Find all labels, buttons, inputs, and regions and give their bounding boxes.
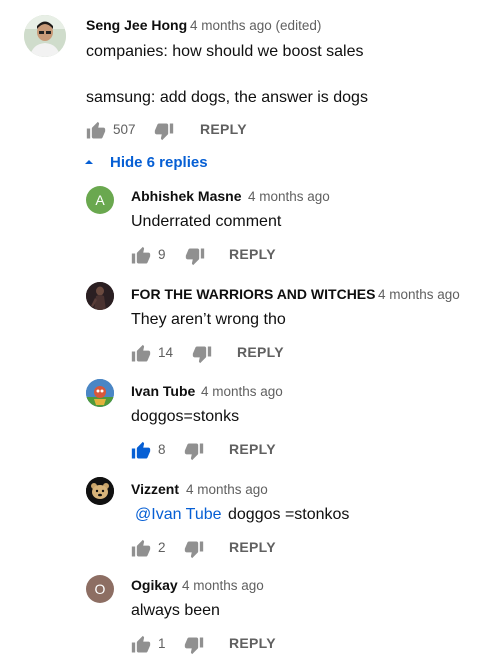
like-count: 1 [158,636,166,651]
comment-timestamp[interactable]: 4 months ago [186,482,268,497]
comment-timestamp[interactable]: 4 months ago [378,287,460,302]
avatar[interactable] [86,477,114,505]
thumbs-up-icon[interactable] [131,635,151,655]
like-count: 9 [158,247,166,262]
cartoon-character-icon [86,379,114,407]
comment-actions: 1 REPLY [131,635,331,655]
reply-button[interactable]: REPLY [229,539,276,555]
reply-comment: FOR THE WARRIORS AND WITCHES 4 months ag… [0,278,500,373]
bear-icon [86,477,114,505]
comment-author[interactable]: Vizzent [131,481,179,497]
reply-button[interactable]: REPLY [229,246,276,262]
reply-button[interactable]: REPLY [229,635,276,651]
reply-comment: O Ogikay 4 months ago always been 1 REPL… [0,571,500,661]
comment-timestamp[interactable]: 4 months ago [248,189,330,204]
comment-actions: 8 REPLY [131,441,331,461]
avatar-letter: O [94,581,106,597]
thumbs-down-icon[interactable] [185,246,205,266]
reply-button[interactable]: REPLY [200,121,247,137]
reply-button[interactable]: REPLY [229,441,276,457]
thumbs-up-icon[interactable] [131,539,151,559]
like-count: 2 [158,540,166,555]
hide-replies-button[interactable]: Hide 6 replies [84,152,208,172]
thumbs-up-icon[interactable] [131,246,151,266]
thumbs-up-icon-active[interactable] [131,441,151,461]
thumbs-down-icon[interactable] [184,635,204,655]
like-count: 507 [113,122,136,137]
comment-author[interactable]: Ogikay [131,577,178,593]
main-comment: Seng Jee Hong 4 months ago (edited) comp… [0,0,500,150]
avatar[interactable]: O [86,575,114,603]
thumbs-down-icon[interactable] [184,441,204,461]
comment-text: always been [131,602,220,619]
avatar[interactable]: A [86,186,114,214]
avatar[interactable] [86,379,114,407]
comment-thread: Seng Jee Hong 4 months ago (edited) comp… [0,0,500,661]
like-count: 8 [158,442,166,457]
thumbs-down-icon[interactable] [154,121,174,141]
comment-text: Underrated comment [131,213,282,230]
caret-up-icon [85,160,93,164]
mention-link[interactable]: @Ivan Tube [135,506,222,524]
comment-timestamp[interactable]: 4 months ago [201,384,283,399]
thumbs-up-icon[interactable] [86,121,106,141]
comment-timestamp[interactable]: 4 months ago (edited) [190,18,321,33]
like-count: 14 [158,345,174,360]
warrior-figure-icon [86,282,114,310]
thumbs-down-icon[interactable] [184,539,204,559]
comment-actions: 9 REPLY [131,246,331,266]
person-photo-icon [24,15,66,57]
hide-replies-label: Hide 6 replies [110,153,208,171]
comment-author[interactable]: FOR THE WARRIORS AND WITCHES [131,286,375,302]
comment-author[interactable]: Ivan Tube [131,383,195,399]
comment-author[interactable]: Abhishek Masne [131,188,241,204]
comment-text: doggos=stonks [131,408,240,425]
comment-timestamp[interactable]: 4 months ago [182,578,264,593]
avatar[interactable] [24,15,66,57]
comment-actions: 14 REPLY [131,344,331,364]
avatar-letter: A [95,192,105,208]
comment-text-line-2: samsung: add dogs, the answer is dogs [86,89,368,106]
comment-author[interactable]: Seng Jee Hong [86,17,187,33]
comment-actions: 507 REPLY [86,121,286,141]
comment-text: They aren’t wrong tho [131,311,286,328]
reply-comment: A Abhishek Masne 4 months ago Underrated… [0,180,500,275]
reply-comment: Ivan Tube 4 months ago doggos=stonks 8 R… [0,375,500,470]
comment-text: doggos =stonkos [228,506,350,523]
reply-comment: Vizzent 4 months ago @Ivan Tube doggos =… [0,473,500,568]
thumbs-down-icon[interactable] [192,344,212,364]
thumbs-up-icon[interactable] [131,344,151,364]
avatar[interactable] [86,282,114,310]
comment-actions: 2 REPLY [131,539,331,559]
comment-text-line-1: companies: how should we boost sales [86,43,364,60]
reply-button[interactable]: REPLY [237,344,284,360]
